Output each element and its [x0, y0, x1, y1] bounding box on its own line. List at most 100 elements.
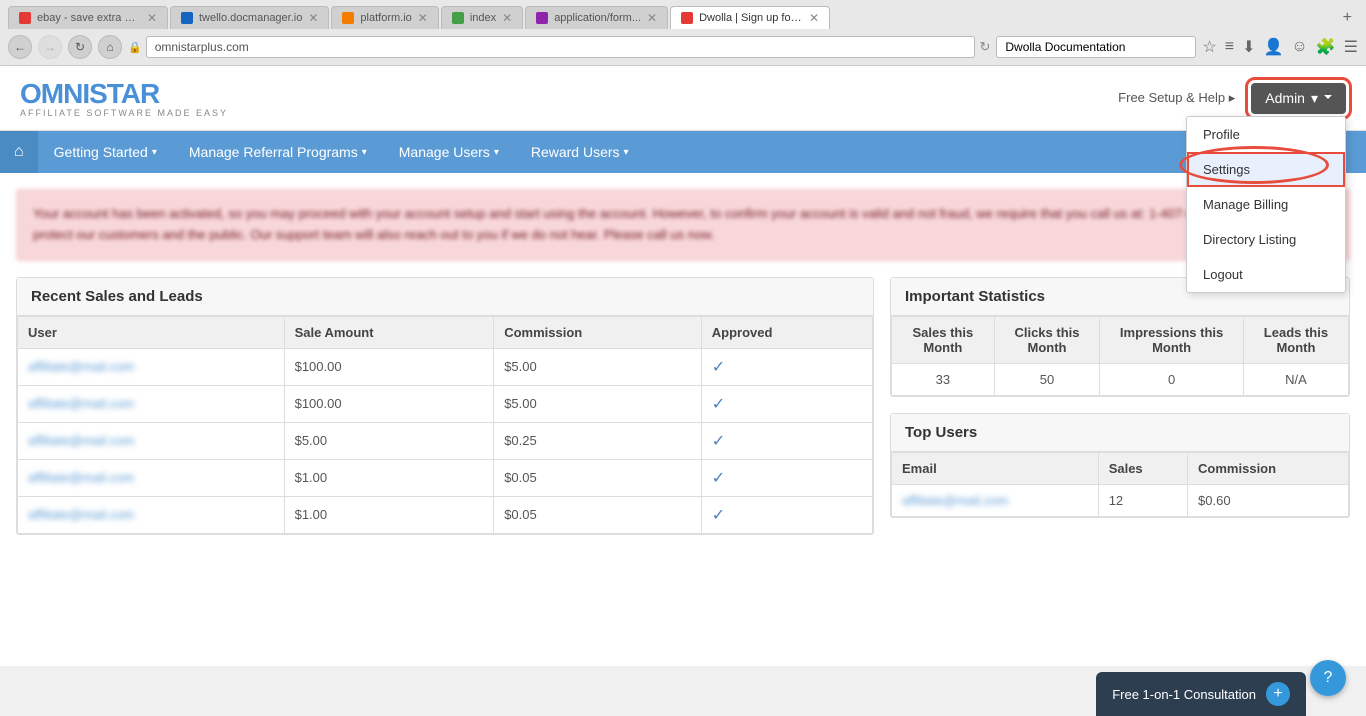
browser-tab-2[interactable]: platform.io✕	[331, 6, 438, 29]
person-icon[interactable]: 👤	[1263, 37, 1283, 57]
logo: OMNISTAR AFFILIATE SOFTWARE MADE EASY	[20, 78, 228, 118]
admin-label: Admin	[1265, 90, 1305, 106]
dropdown-item-manage-billing[interactable]: Manage Billing	[1187, 187, 1345, 222]
dropdown-item-directory-listing[interactable]: Directory Listing	[1187, 222, 1345, 257]
free-setup-arrow: ▸	[1229, 90, 1236, 105]
new-tab-button[interactable]: +	[1337, 7, 1358, 29]
top-users-card: Top Users EmailSalesCommission affiliate…	[890, 413, 1350, 518]
search-bar[interactable]	[996, 36, 1196, 58]
top-users-table: EmailSalesCommission affiliate@mail.com …	[891, 452, 1349, 517]
site-header: OMNISTAR AFFILIATE SOFTWARE MADE EASY Fr…	[0, 66, 1366, 131]
tab-close-5[interactable]: ✕	[809, 11, 819, 25]
nav-item-label: Reward Users	[531, 144, 620, 160]
nav-items: Getting Started ▾ Manage Referral Programs…	[38, 131, 645, 173]
sale-amount: $1.00	[284, 496, 494, 533]
bookmark-icon[interactable]: ☆	[1202, 37, 1216, 57]
top-users-col-sales: Sales	[1098, 452, 1187, 484]
dropdown-item-settings[interactable]: Settings	[1187, 152, 1345, 187]
back-button[interactable]: ←	[8, 35, 32, 59]
user-email: affiliate@mail.com	[18, 422, 285, 459]
col-header-sale-amount: Sale Amount	[284, 316, 494, 348]
reload-button[interactable]: ↻	[68, 35, 92, 59]
logo-suffix: STAR	[89, 78, 159, 109]
tab-close-3[interactable]: ✕	[502, 11, 512, 25]
table-row: affiliate@mail.com $1.00 $0.05 ✓	[18, 496, 873, 533]
chevron-down-icon: ▾	[1311, 90, 1318, 107]
nav-item-label: Manage Referral Programs	[189, 144, 358, 160]
refresh-icon[interactable]: ↻	[979, 39, 990, 55]
consultation-plus-button[interactable]: +	[1266, 682, 1290, 706]
browser-tab-4[interactable]: application/form...✕	[525, 6, 668, 29]
forward-button[interactable]: →	[38, 35, 62, 59]
important-stats-card: Important Statistics Sales this MonthCli…	[890, 277, 1350, 397]
stats-col-sales-this-month: Sales this Month	[892, 316, 995, 363]
extensions-icon[interactable]: 🧩	[1316, 37, 1336, 57]
logo-prefix: OMNI	[20, 78, 89, 109]
page: OMNISTAR AFFILIATE SOFTWARE MADE EASY Fr…	[0, 66, 1366, 666]
col-header-user: User	[18, 316, 285, 348]
browser-toolbar: ← → ↻ ⌂ 🔒 ↻ ☆ ≡ ⬇ 👤 ☺ 🧩 ☰	[8, 35, 1358, 59]
col-header-commission: Commission	[494, 316, 702, 348]
nav-chevron-icon: ▾	[494, 147, 499, 158]
sale-amount: $5.00	[284, 422, 494, 459]
browser-tab-0[interactable]: ebay - save extra 10%...✕	[8, 6, 168, 29]
approved-check: ✓	[701, 496, 872, 533]
nav-item-reward-users[interactable]: Reward Users ▾	[515, 131, 645, 173]
browser-chrome: ebay - save extra 10%...✕twello.docmanag…	[0, 0, 1366, 66]
admin-wrapper: Admin ▾ ProfileSettingsManage BillingDir…	[1251, 83, 1346, 114]
nav-chevron-icon: ▾	[152, 147, 157, 158]
smiley-icon[interactable]: ☺	[1291, 38, 1307, 56]
sale-amount: $100.00	[284, 385, 494, 422]
browser-tab-1[interactable]: twello.docmanager.io✕	[170, 6, 329, 29]
commission: $0.05	[494, 459, 702, 496]
toolbar-icons: ☆ ≡ ⬇ 👤 ☺ 🧩 ☰	[1202, 37, 1358, 57]
dropdown-item-profile[interactable]: Profile	[1187, 117, 1345, 152]
stats-table: Sales this MonthClicks this MonthImpress…	[891, 316, 1349, 396]
help-icon: ?	[1324, 669, 1333, 687]
tab-close-4[interactable]: ✕	[647, 11, 657, 25]
nav-home-button[interactable]: ⌂	[0, 131, 38, 173]
tab-close-1[interactable]: ✕	[308, 11, 318, 25]
recent-sales-title: Recent Sales and Leads	[17, 278, 873, 316]
reader-icon[interactable]: ≡	[1225, 38, 1234, 56]
main-content: Recent Sales and Leads UserSale AmountCo…	[0, 277, 1366, 567]
free-setup-link[interactable]: Free Setup & Help ▸	[1118, 90, 1235, 106]
stats-col-leads-this-month: Leads this Month	[1243, 316, 1348, 363]
menu-icon[interactable]: ☰	[1344, 37, 1358, 57]
admin-button[interactable]: Admin ▾	[1251, 83, 1346, 114]
content-right: Important Statistics Sales this MonthCli…	[890, 277, 1350, 551]
stats-value-0: 33	[892, 363, 995, 395]
consultation-bar[interactable]: Free 1-on-1 Consultation +	[1096, 672, 1306, 716]
dropdown-item-logout[interactable]: Logout	[1187, 257, 1345, 292]
approved-check: ✓	[701, 348, 872, 385]
free-setup-label: Free Setup & Help	[1118, 90, 1225, 105]
nav-item-label: Getting Started	[54, 144, 148, 160]
user-email: affiliate@mail.com	[18, 385, 285, 422]
tab-close-0[interactable]: ✕	[147, 11, 157, 25]
admin-dropdown: ProfileSettingsManage BillingDirectory L…	[1186, 116, 1346, 293]
sale-amount: $100.00	[284, 348, 494, 385]
settings-highlight-circle	[1179, 146, 1329, 184]
home-button[interactable]: ⌂	[98, 35, 122, 59]
commission: $0.05	[494, 496, 702, 533]
home-icon: ⌂	[14, 143, 24, 161]
nav-item-manage-users[interactable]: Manage Users▾	[383, 131, 515, 173]
tab-close-2[interactable]: ✕	[418, 11, 428, 25]
table-row: affiliate@mail.com $5.00 $0.25 ✓	[18, 422, 873, 459]
top-users-col-email: Email	[892, 452, 1099, 484]
content-left: Recent Sales and Leads UserSale AmountCo…	[16, 277, 874, 551]
table-row: affiliate@mail.com $1.00 $0.05 ✓	[18, 459, 873, 496]
download-icon[interactable]: ⬇	[1242, 37, 1255, 57]
stats-value-1: 50	[994, 363, 1100, 395]
help-button[interactable]: ?	[1310, 660, 1346, 696]
browser-tab-5[interactable]: Dwolla | Sign up for a fre...✕	[670, 6, 830, 29]
address-bar[interactable]	[146, 36, 976, 58]
commission: $5.00	[494, 348, 702, 385]
top-users-title: Top Users	[891, 414, 1349, 452]
nav-chevron-icon: ▾	[624, 147, 629, 158]
user-email: affiliate@mail.com	[18, 348, 285, 385]
browser-tab-3[interactable]: index✕	[441, 6, 523, 29]
nav-item-getting-started[interactable]: Getting Started ▾	[38, 131, 173, 173]
nav-item-manage-referral-programs[interactable]: Manage Referral Programs▾	[173, 131, 383, 173]
top-user-sales: 12	[1098, 484, 1187, 516]
